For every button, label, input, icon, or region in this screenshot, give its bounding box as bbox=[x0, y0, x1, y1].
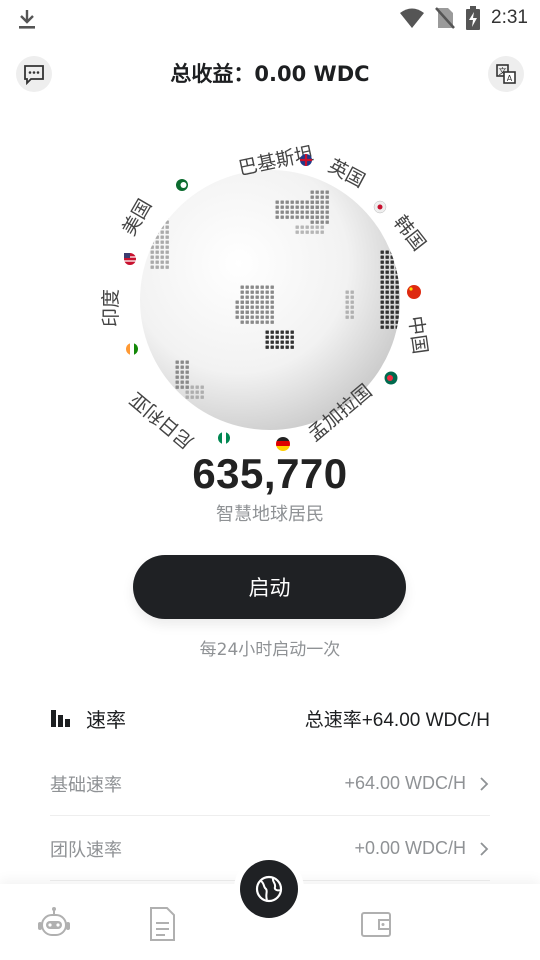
no-sim-icon bbox=[435, 7, 455, 29]
translate-icon: 文 A bbox=[496, 64, 516, 84]
country-korea: 韩国 bbox=[389, 212, 430, 256]
base-rate-row[interactable]: 基础速率 +64.00 WDC/H bbox=[50, 752, 490, 816]
flag-uk-icon bbox=[300, 154, 312, 166]
resident-count-label: 智慧地球居民 bbox=[216, 504, 324, 525]
total-earnings-title: 总收益：0.00 WDC bbox=[170, 62, 370, 86]
translate-button[interactable]: 文 A bbox=[488, 56, 524, 92]
start-button[interactable]: 启动 bbox=[133, 555, 406, 619]
rate-header: 速率 总速率+64.00 WDC/H bbox=[50, 700, 490, 736]
nav-globe[interactable] bbox=[240, 860, 298, 918]
document-icon bbox=[150, 907, 175, 941]
team-rate-value: +0.00 WDC/H bbox=[354, 838, 466, 858]
flag-bangladesh-icon bbox=[384, 371, 398, 385]
status-time: 2:31 bbox=[491, 7, 528, 28]
chevron-right-icon bbox=[480, 841, 489, 856]
svg-text:A: A bbox=[507, 74, 513, 83]
wallet-icon bbox=[361, 912, 391, 937]
status-bar: 2:31 bbox=[0, 0, 540, 38]
header: 总收益：0.00 WDC 文 A bbox=[0, 52, 540, 96]
nav-robot[interactable] bbox=[34, 904, 74, 944]
download-icon bbox=[19, 10, 35, 29]
team-rate-label: 团队速率 bbox=[50, 839, 122, 861]
resident-count: 635,770 bbox=[192, 450, 348, 497]
globe-area: 巴基斯坦 英国 韩国 中国 孟加拉国 尼日利亚 印度 美国 bbox=[95, 130, 445, 480]
flag-nigeria-icon bbox=[218, 432, 230, 444]
bottom-nav bbox=[0, 860, 540, 960]
country-india: 印度 bbox=[100, 289, 122, 327]
bar-chart-icon bbox=[51, 710, 70, 727]
country-usa: 美国 bbox=[118, 196, 156, 240]
rate-title: 速率 bbox=[86, 707, 126, 732]
nav-wallet[interactable] bbox=[357, 904, 397, 944]
start-hint: 每24小时启动一次 bbox=[199, 640, 341, 660]
globe-svg: 巴基斯坦 英国 韩国 中国 孟加拉国 尼日利亚 印度 美国 bbox=[100, 143, 431, 453]
wifi-icon bbox=[400, 8, 425, 28]
total-rate: 总速率+64.00 WDC/H bbox=[304, 709, 490, 731]
flag-pakistan-icon bbox=[176, 179, 188, 191]
flag-india-icon bbox=[126, 343, 138, 355]
country-china: 中国 bbox=[404, 315, 431, 356]
chevron-right-icon bbox=[480, 776, 489, 791]
nav-document[interactable] bbox=[142, 904, 182, 944]
globe-icon bbox=[255, 875, 283, 903]
flag-china-icon bbox=[407, 285, 421, 299]
base-rate-value: +64.00 WDC/H bbox=[344, 773, 466, 793]
battery-charging-icon bbox=[466, 6, 481, 30]
base-rate-label: 基础速率 bbox=[50, 774, 122, 796]
flag-korea-icon bbox=[373, 200, 387, 214]
flag-usa-icon bbox=[124, 253, 136, 265]
robot-icon bbox=[38, 907, 70, 936]
